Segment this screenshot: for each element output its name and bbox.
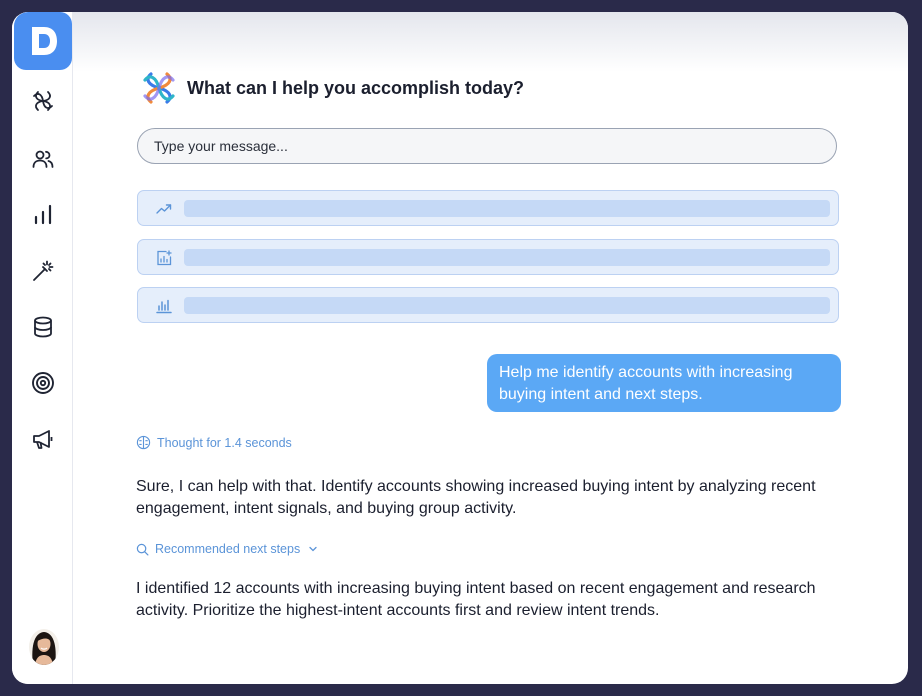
user-message: Help me identify accounts with increasin… bbox=[487, 354, 841, 412]
message-input[interactable] bbox=[137, 128, 837, 164]
sidebar bbox=[12, 12, 73, 684]
sidebar-item-users[interactable] bbox=[30, 146, 56, 172]
users-icon bbox=[32, 150, 54, 168]
sidebar-item-copilot[interactable] bbox=[30, 88, 56, 114]
database-icon bbox=[34, 316, 52, 338]
app-window: What can I help you accomplish today? Ty… bbox=[12, 12, 908, 684]
suggestion-placeholder-bar bbox=[184, 297, 830, 314]
suggestion-placeholder-bar bbox=[184, 200, 830, 217]
user-avatar-icon bbox=[29, 629, 59, 665]
thought-label: Thought for 1.4 seconds bbox=[157, 435, 292, 450]
sidebar-item-campaigns[interactable] bbox=[30, 426, 56, 452]
search-icon bbox=[136, 543, 149, 555]
sidebar-item-data[interactable] bbox=[30, 314, 56, 340]
avatar[interactable] bbox=[29, 629, 59, 665]
target-icon bbox=[32, 372, 54, 394]
trend-up-icon bbox=[156, 204, 172, 214]
sidebar-item-analytics[interactable] bbox=[30, 202, 56, 228]
suggestion-placeholder-bar bbox=[184, 249, 830, 266]
brain-icon bbox=[136, 435, 151, 450]
suggestion-1[interactable] bbox=[137, 190, 839, 226]
suggestion-2[interactable] bbox=[137, 239, 839, 275]
bar-chart-icon bbox=[34, 204, 52, 225]
next-steps-label: Recommended next steps bbox=[155, 542, 301, 556]
recommended-next-steps-toggle[interactable]: Recommended next steps bbox=[136, 542, 318, 556]
assistant-followup: I identified 12 accounts with increasing… bbox=[136, 580, 816, 619]
bar-chart-small-icon bbox=[156, 299, 172, 314]
page-title: What can I help you accomplish today? bbox=[187, 77, 525, 98]
chart-add-icon bbox=[157, 250, 172, 266]
assistant-header: What can I help you accomplish today? bbox=[141, 70, 524, 106]
thought-indicator[interactable]: Thought for 1.4 seconds bbox=[136, 435, 292, 450]
assistant-logo-icon bbox=[143, 72, 175, 104]
megaphone-icon bbox=[33, 430, 53, 449]
suggestion-3[interactable] bbox=[137, 287, 839, 323]
assistant-reply: Sure, I can help with that. Identify acc… bbox=[136, 478, 816, 517]
sidebar-item-targeting[interactable] bbox=[30, 370, 56, 396]
knot-icon bbox=[33, 91, 53, 111]
magic-wand-icon bbox=[33, 260, 54, 281]
main-panel: What can I help you accomplish today? Ty… bbox=[73, 12, 908, 684]
top-bar bbox=[73, 12, 908, 72]
app-logo[interactable] bbox=[14, 12, 72, 70]
sidebar-item-automations[interactable] bbox=[30, 258, 56, 284]
logo-d-icon bbox=[32, 27, 57, 55]
chevron-down-icon bbox=[309, 546, 317, 552]
